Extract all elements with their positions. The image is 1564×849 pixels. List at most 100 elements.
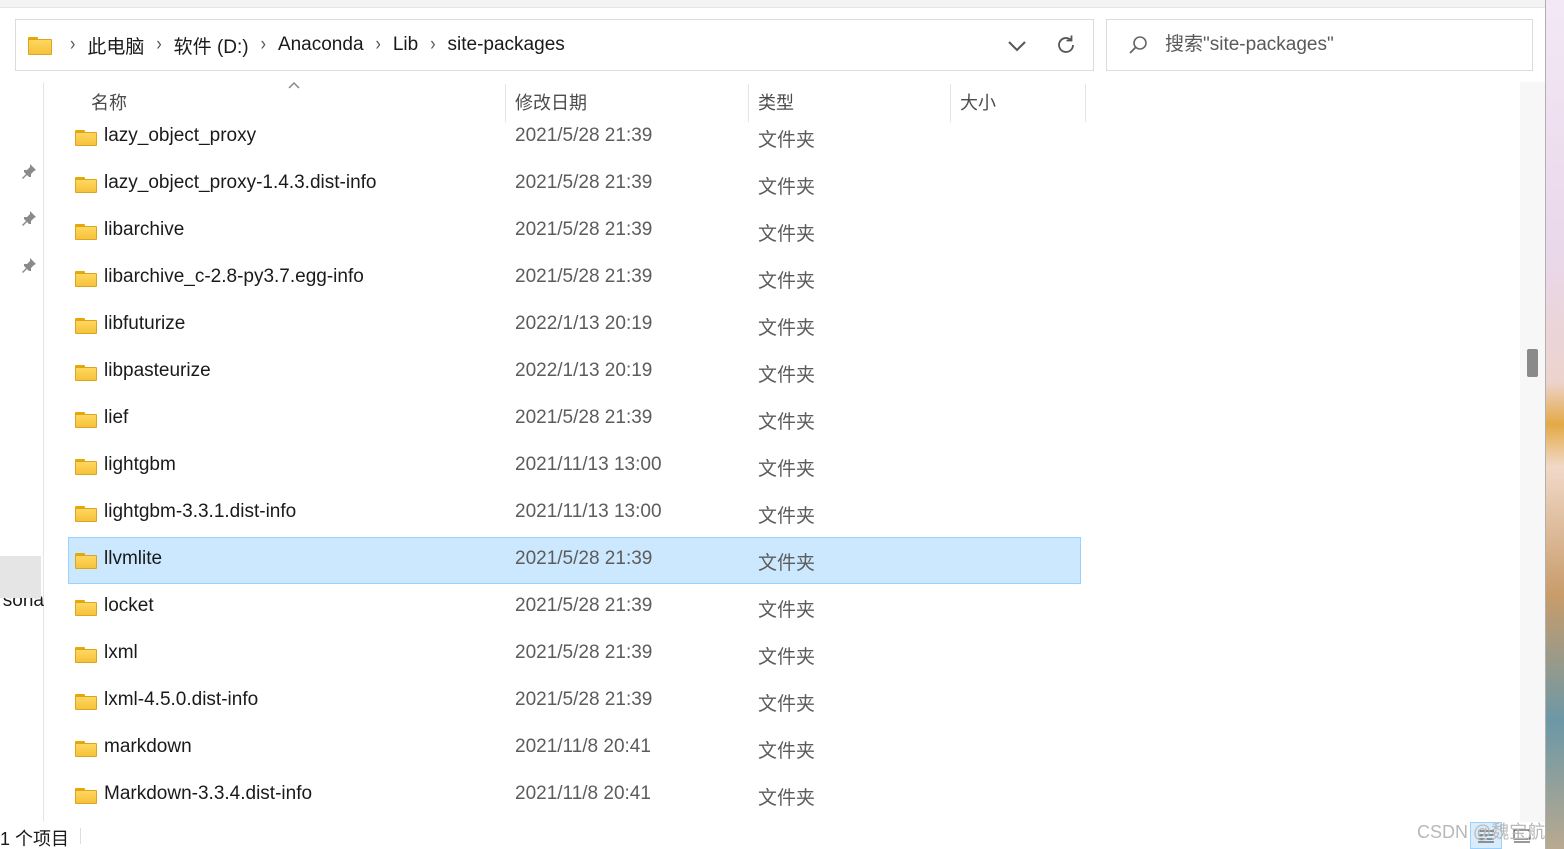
search-icon [1129,36,1147,54]
file-type: 文件夹 [758,694,816,715]
watermark: CSDN @魏宝航 [1417,822,1546,842]
table-row[interactable]: lief 2021/5/28 21:39 文件夹 [68,396,1081,443]
table-row[interactable]: markdown 2021/11/8 20:41 文件夹 [68,725,1081,772]
file-name[interactable]: Markdown-3.3.4.dist-info [104,783,312,805]
breadcrumb: › 此电脑 › 软件 (D:) › Anaconda › Lib › site-… [58,32,565,59]
file-name[interactable]: lightgbm-3.3.1.dist-info [104,501,296,523]
folder-icon [75,363,97,381]
search-box[interactable] [1106,19,1533,71]
table-row[interactable]: libarchive 2021/5/28 21:39 文件夹 [68,208,1081,255]
table-row[interactable]: libpasteurize 2022/1/13 20:19 文件夹 [68,349,1081,396]
folder-icon [75,269,97,287]
modified-date: 2022/1/13 20:19 [515,313,653,334]
folder-icon [75,128,97,146]
folder-icon [75,692,97,710]
file-type: 文件夹 [758,271,816,292]
breadcrumb-this-pc[interactable]: 此电脑 [87,32,144,59]
file-type: 文件夹 [758,130,816,151]
chevron-right-icon[interactable]: › [70,34,75,56]
breadcrumb-site-packages[interactable]: site-packages [448,34,565,56]
folder-icon [75,175,97,193]
chevron-down-icon [1008,41,1026,52]
file-name[interactable]: locket [104,595,154,617]
table-row[interactable]: lazy_object_proxy-1.4.3.dist-info 2021/5/… [68,161,1081,208]
file-name[interactable]: lxml-4.5.0.dist-info [104,689,258,711]
window-top-strip [0,0,1546,8]
file-type: 文件夹 [758,459,816,480]
chevron-right-icon[interactable]: › [376,34,381,56]
file-name[interactable]: lightgbm [104,454,176,476]
file-type: 文件夹 [758,647,816,668]
table-row[interactable]: llvmlite 2021/5/28 21:39 文件夹 [68,537,1081,584]
table-row[interactable]: lazy_object_proxy 2021/5/28 21:39 文件夹 [68,114,1081,161]
file-name[interactable]: libarchive [104,219,184,241]
chevron-right-icon[interactable]: › [156,34,161,56]
file-name[interactable]: libfuturize [104,313,185,335]
breadcrumb-anaconda[interactable]: Anaconda [278,34,364,56]
file-name[interactable]: lazy_object_proxy-1.4.3.dist-info [104,172,376,194]
folder-icon [75,410,97,428]
file-name[interactable]: markdown [104,736,192,758]
item-count: 1 个项目 [0,829,70,849]
desktop-background-sliver [1546,0,1564,849]
file-name[interactable]: lief [104,407,128,429]
modified-date: 2022/1/13 20:19 [515,360,653,381]
folder-icon [75,598,97,616]
modified-date: 2021/11/13 13:00 [515,501,662,522]
folder-icon [75,316,97,334]
table-row[interactable]: Markdown-3.3.4.dist-info 2021/11/8 20:41 文… [68,772,1081,819]
modified-date: 2021/5/28 21:39 [515,548,653,569]
modified-date: 2021/5/28 21:39 [515,266,653,287]
table-row[interactable]: lightgbm 2021/11/13 13:00 文件夹 [68,443,1081,490]
file-type: 文件夹 [758,224,816,245]
navigation-pane[interactable]: rsona [0,82,44,822]
table-row[interactable]: lightgbm-3.3.1.dist-info 2021/11/13 13:00… [68,490,1081,537]
file-name[interactable]: lxml [104,642,138,664]
breadcrumb-lib[interactable]: Lib [393,34,418,56]
chevron-right-icon[interactable]: › [261,34,266,56]
table-row[interactable]: libarchive_c-2.8-py3.7.egg-info 2021/5/28… [68,255,1081,302]
pin-icon[interactable] [20,209,38,227]
file-type: 文件夹 [758,365,816,386]
pin-icon[interactable] [20,162,38,180]
modified-date: 2021/11/8 20:41 [515,783,651,804]
file-type: 文件夹 [758,177,816,198]
refresh-button[interactable] [1051,30,1081,60]
breadcrumb-drive-d[interactable]: 软件 (D:) [174,32,249,59]
table-row[interactable]: lxml-4.5.0.dist-info 2021/5/28 21:39 文件夹 [68,678,1081,725]
file-type: 文件夹 [758,788,816,809]
folder-icon [28,35,52,55]
file-name[interactable]: libarchive_c-2.8-py3.7.egg-info [104,266,364,288]
modified-date: 2021/5/28 21:39 [515,219,653,240]
modified-date: 2021/5/28 21:39 [515,595,653,616]
table-row[interactable]: libfuturize 2022/1/13 20:19 文件夹 [68,302,1081,349]
table-row[interactable]: locket 2021/5/28 21:39 文件夹 [68,584,1081,631]
folder-icon [75,551,97,569]
file-type: 文件夹 [758,553,816,574]
address-history-dropdown[interactable] [1003,32,1031,60]
refresh-icon [1058,35,1074,53]
folder-icon [75,504,97,522]
scrollbar-thumb[interactable] [1527,349,1538,377]
file-type: 文件夹 [758,506,816,527]
modified-date: 2021/11/13 13:00 [515,454,662,475]
modified-date: 2021/5/28 21:39 [515,172,653,193]
file-type: 文件夹 [758,741,816,762]
file-name[interactable]: libpasteurize [104,360,211,382]
nav-item-selected[interactable] [0,556,41,598]
modified-date: 2021/5/28 21:39 [515,407,653,428]
vertical-scrollbar[interactable] [1520,82,1546,822]
status-bar: 1 个项目 [0,822,1546,849]
chevron-right-icon[interactable]: › [430,34,435,56]
file-name[interactable]: lazy_object_proxy [104,125,256,147]
file-name[interactable]: llvmlite [104,548,162,570]
column-divider[interactable] [1085,84,1086,122]
status-divider [80,828,81,844]
modified-date: 2021/5/28 21:39 [515,642,653,663]
address-bar[interactable]: › 此电脑 › 软件 (D:) › Anaconda › Lib › site-… [15,19,1094,71]
table-row[interactable]: lxml 2021/5/28 21:39 文件夹 [68,631,1081,678]
modified-date: 2021/5/28 21:39 [515,689,653,710]
search-input[interactable] [1165,34,1525,56]
modified-date: 2021/5/28 21:39 [515,125,653,146]
pin-icon[interactable] [20,256,38,274]
